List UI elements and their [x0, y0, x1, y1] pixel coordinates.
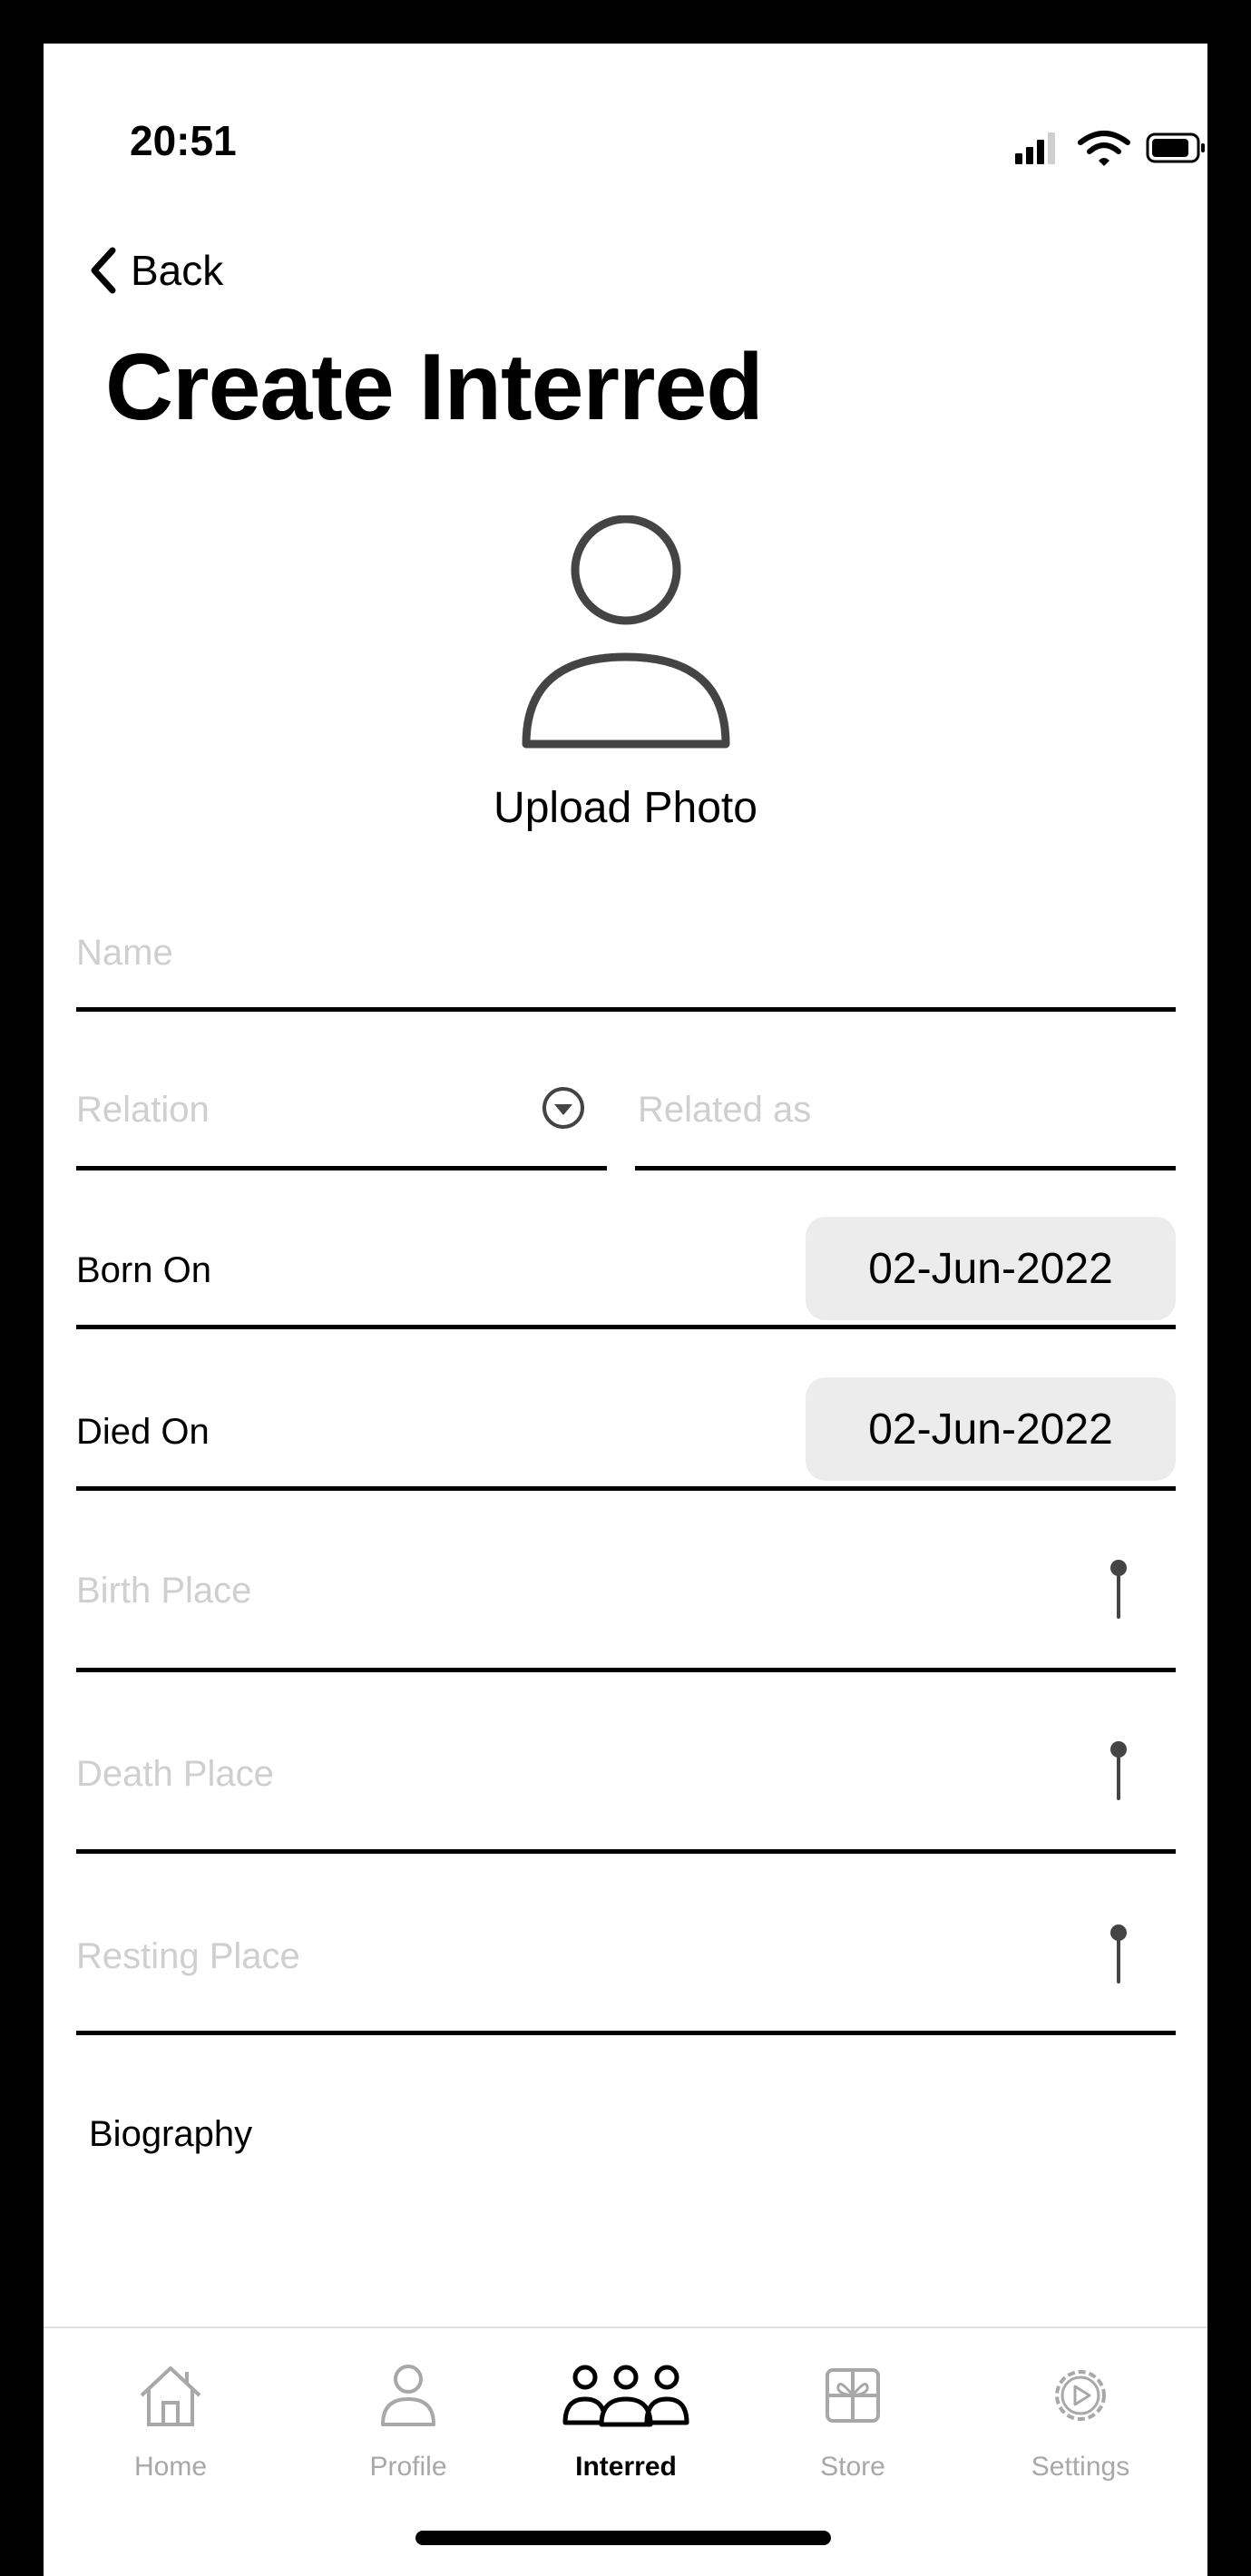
- status-time: 20:51: [130, 117, 237, 164]
- upload-photo-avatar[interactable]: [508, 514, 744, 760]
- death-place-underline: [76, 1849, 1176, 1854]
- location-pin-icon[interactable]: [1105, 1740, 1132, 1802]
- status-icons: [1015, 130, 1207, 166]
- biography-input[interactable]: Biography: [89, 2114, 1176, 2296]
- back-button[interactable]: Back: [87, 243, 223, 298]
- born-on-underline: [76, 1325, 1176, 1329]
- died-on-underline: [76, 1486, 1176, 1491]
- tab-profile[interactable]: Profile: [308, 2328, 508, 2510]
- location-pin-icon[interactable]: [1105, 1559, 1132, 1621]
- tab-interred-label: Interred: [575, 2452, 677, 2482]
- resting-place-input[interactable]: Resting Place: [76, 1936, 300, 1977]
- home-icon: [140, 2366, 201, 2426]
- relation-select[interactable]: Relation: [76, 1090, 210, 1131]
- died-on-date-picker[interactable]: 02-Jun-2022: [806, 1377, 1176, 1481]
- tab-settings-label: Settings: [1031, 2452, 1130, 2482]
- group-icon: [562, 2365, 689, 2427]
- tab-home[interactable]: Home: [71, 2328, 270, 2510]
- home-indicator: [415, 2531, 831, 2545]
- settings-icon: [1055, 2370, 1106, 2421]
- name-underline: [76, 1007, 1176, 1012]
- tab-home-label: Home: [133, 2452, 208, 2482]
- upload-photo-label[interactable]: Upload Photo: [44, 783, 1207, 833]
- born-on-label: Born On: [76, 1250, 211, 1290]
- resting-place-underline: [76, 2031, 1176, 2035]
- dropdown-chevron-icon[interactable]: [541, 1085, 586, 1131]
- died-on-label: Died On: [76, 1412, 210, 1452]
- chevron-left-icon: [91, 247, 116, 294]
- birth-place-input[interactable]: Birth Place: [76, 1571, 251, 1611]
- born-on-date-picker[interactable]: 02-Jun-2022: [806, 1217, 1176, 1320]
- tab-profile-label: Profile: [369, 2452, 447, 2482]
- death-place-input[interactable]: Death Place: [76, 1754, 274, 1795]
- tab-store-label: Store: [820, 2452, 885, 2482]
- page-title: Create Interred: [105, 335, 764, 440]
- app-screen: 20:51 Back Create Interred Upload Photo …: [44, 44, 1207, 2576]
- back-label: Back: [131, 247, 224, 294]
- name-input[interactable]: Name: [76, 933, 173, 974]
- related-as-underline: [635, 1166, 1176, 1170]
- tab-store[interactable]: Store: [753, 2328, 953, 2510]
- person-placeholder-icon: [522, 514, 730, 749]
- tab-settings[interactable]: Settings: [981, 2328, 1180, 2510]
- birth-place-underline: [76, 1668, 1176, 1672]
- store-icon: [826, 2368, 880, 2423]
- related-as-input[interactable]: Related as: [638, 1090, 811, 1131]
- wifi-icon: [1078, 131, 1130, 166]
- location-pin-icon[interactable]: [1105, 1924, 1132, 1985]
- person-icon: [381, 2365, 435, 2426]
- battery-icon: [1146, 132, 1205, 163]
- tab-interred[interactable]: Interred: [526, 2328, 726, 2510]
- signal-icon: [1015, 131, 1205, 166]
- relation-underline: [76, 1166, 607, 1170]
